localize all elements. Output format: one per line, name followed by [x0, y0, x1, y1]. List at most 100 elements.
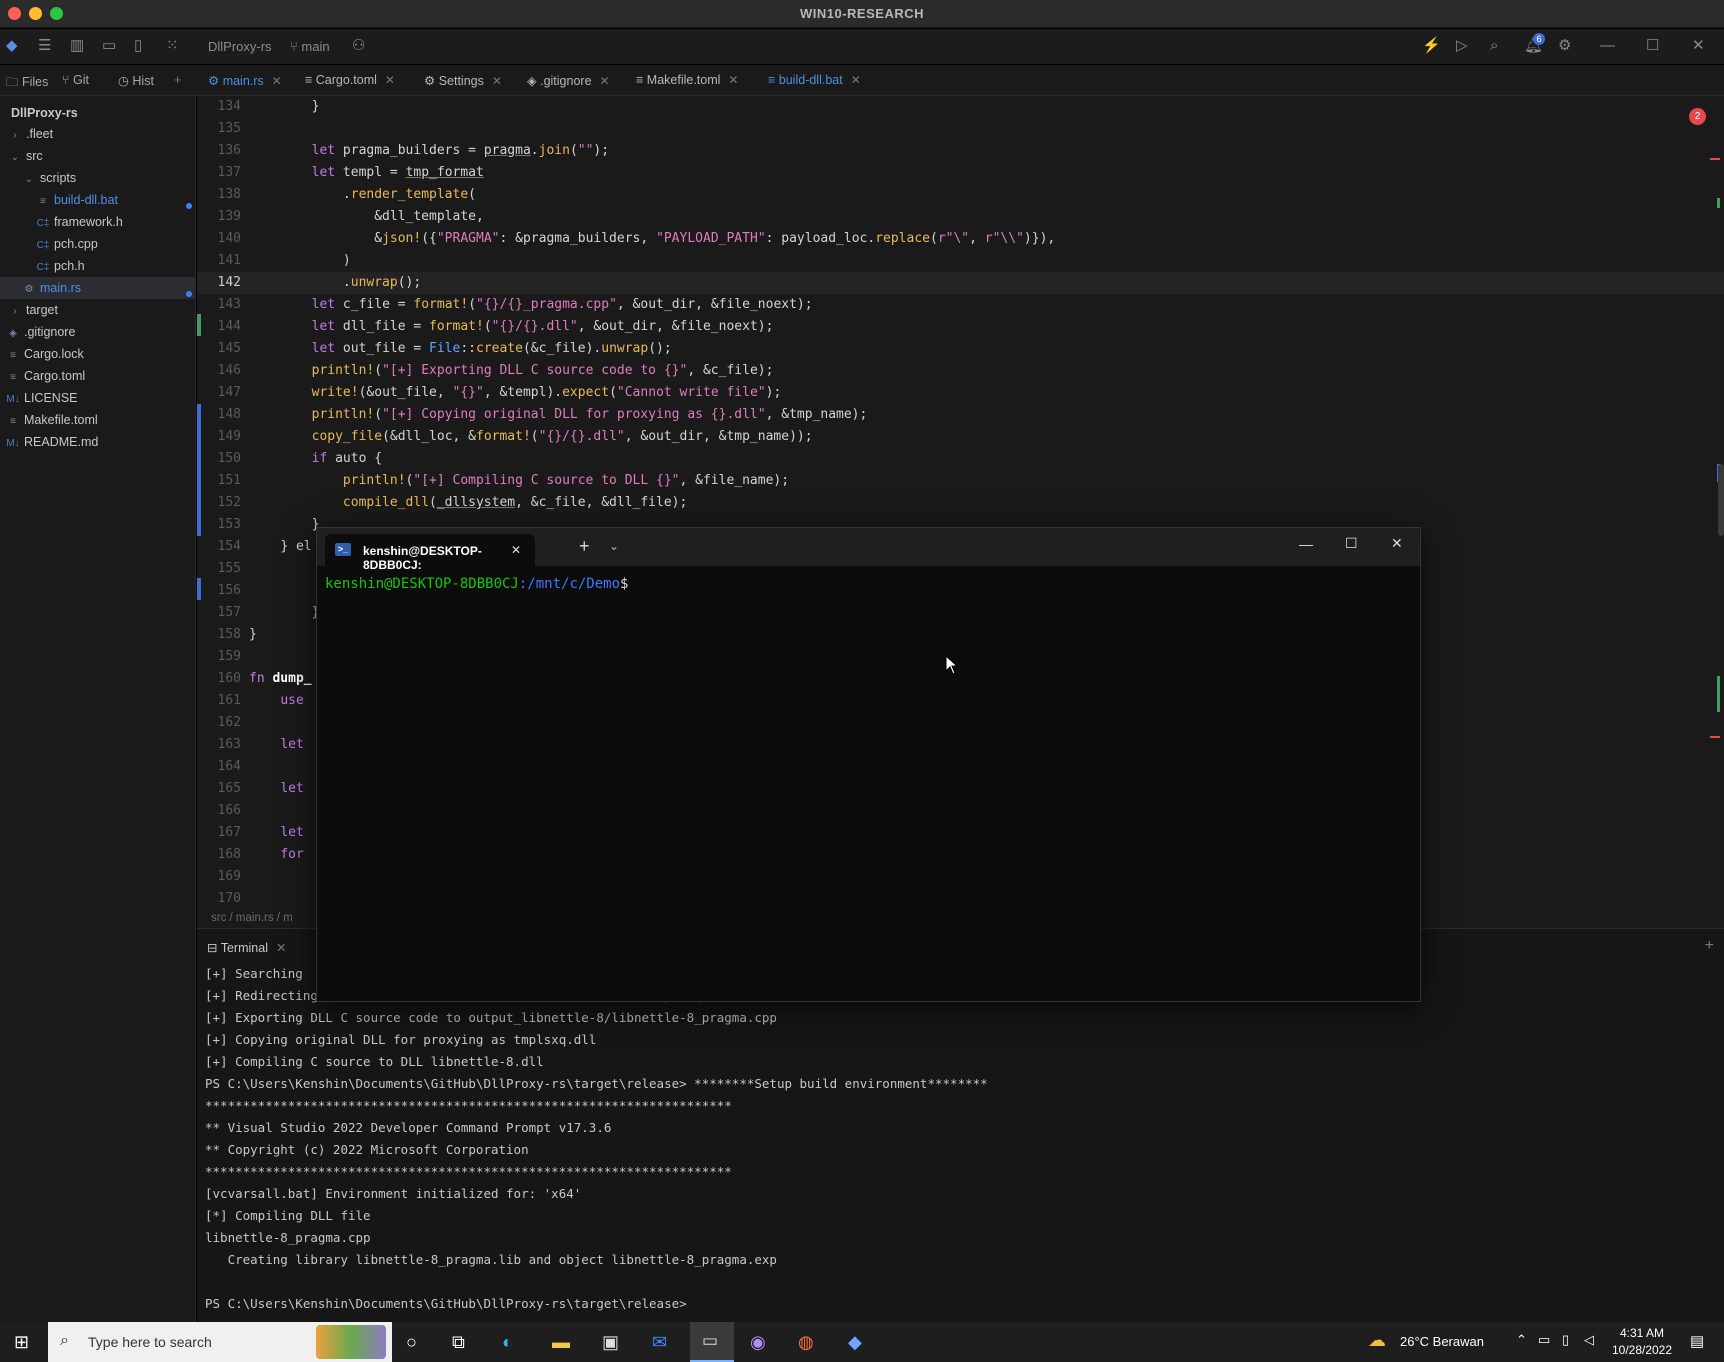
tree-item-cargo-toml[interactable]: ≡ Cargo.toml [6, 366, 85, 386]
scroll-error-marker [1710, 158, 1720, 160]
tree-item-label: target [26, 303, 58, 317]
rust-icon: ⚙ [208, 74, 223, 88]
terminal-taskbar-active[interactable]: ▭ [690, 1322, 734, 1362]
fleet-app-icon[interactable]: ◆ [848, 1331, 862, 1353]
tab-history[interactable]: ◷ Hist [118, 73, 154, 88]
line-number: 156 [217, 583, 241, 598]
task-view-icon[interactable]: ⧉ [452, 1331, 465, 1353]
close-tab-icon[interactable]: ✕ [272, 74, 282, 88]
left-panel-icon[interactable]: ▥ [70, 37, 84, 55]
settings-gear-icon[interactable]: ⚙ [1558, 37, 1571, 55]
window-maximize-icon[interactable]: ☐ [1646, 37, 1659, 55]
close-tab-icon[interactable]: ✕ [511, 543, 521, 557]
window-minimize-icon[interactable]: — [1299, 536, 1313, 552]
tree-item-src[interactable]: ⌄ src [8, 146, 43, 166]
tab-files-label: Files [21, 75, 49, 89]
code-text: copy_file(&dll_loc, &format!("{}/{}.dll"… [311, 429, 813, 444]
right-panel-icon[interactable]: ▯ [134, 37, 142, 55]
editor-scrollbar-thumb[interactable] [1718, 464, 1724, 536]
file-tab-makefile-toml[interactable]: ≡ Makefile.toml ✕ [636, 73, 738, 87]
clock-time[interactable]: 4:31 AM [1612, 1326, 1672, 1340]
cortana-icon[interactable]: ○ [406, 1331, 417, 1353]
terminal-line: ** Visual Studio 2022 Developer Command … [205, 1120, 612, 1135]
action-center-icon[interactable]: ▤ [1690, 1332, 1704, 1350]
tab-terminal-label: Terminal [220, 941, 268, 955]
close-tab-icon[interactable]: ✕ [728, 73, 738, 87]
windows-terminal-window[interactable]: >_ kenshin@DESKTOP-8DBB0CJ: ✕ + ⌄ — ☐ ✕ … [316, 527, 1421, 1002]
network-icon[interactable]: ▭ [1538, 1332, 1550, 1348]
tree-item-build-dll-bat[interactable]: ≡ build-dll.bat [36, 190, 118, 210]
smart-mode-icon[interactable]: ⚡ [1422, 37, 1441, 55]
tree-item-makefile-toml[interactable]: ≡ Makefile.toml [6, 410, 98, 430]
tree-item-pch-cpp[interactable]: C‡ pch.cpp [36, 234, 98, 254]
file-explorer-icon[interactable]: ▬ [552, 1331, 570, 1353]
taskbar-search-box[interactable]: ⌕ Type here to search [48, 1322, 392, 1362]
github-icon[interactable]: ◉ [750, 1331, 766, 1353]
tree-item-readme-md[interactable]: M↓ README.md [6, 432, 98, 452]
mail-icon[interactable]: ✉ [652, 1331, 667, 1353]
branch-selector[interactable]: ⑂ main [290, 39, 330, 54]
weather-text[interactable]: 26°C Berawan [1400, 1334, 1484, 1349]
terminal-tab[interactable]: >_ kenshin@DESKTOP-8DBB0CJ: ✕ [325, 534, 535, 572]
gitignore-icon: ◈ [9, 328, 17, 339]
search-icon[interactable]: ⌕ [1490, 37, 1498, 55]
file-tab-label: Settings [438, 74, 484, 88]
add-user-icon[interactable]: ⚇ [352, 37, 365, 55]
run-icon[interactable]: ▷ [1456, 37, 1468, 55]
add-terminal-icon[interactable]: + [1705, 937, 1714, 955]
tree-item-framework-h[interactable]: C‡ framework.h [36, 212, 123, 232]
tree-root[interactable]: DllProxy-rs [11, 103, 78, 123]
terminal-titlebar[interactable]: >_ kenshin@DESKTOP-8DBB0CJ: ✕ + ⌄ — ☐ ✕ [317, 528, 1420, 572]
tree-item-fleet[interactable]: › .fleet [8, 124, 53, 144]
firefox-icon[interactable]: ◍ [798, 1331, 814, 1353]
file-tab-cargo-toml[interactable]: ≡ Cargo.toml ✕ [305, 73, 395, 87]
fleet-logo-icon[interactable]: ◆ [6, 37, 18, 55]
menu-icon[interactable]: ☰ [38, 37, 51, 55]
tree-item-cargo-lock[interactable]: ≡ Cargo.lock [6, 344, 84, 364]
file-tab-build-dll-bat[interactable]: ≡ build-dll.bat ✕ [768, 73, 861, 87]
chevron-down-icon: ⌄ [24, 174, 34, 185]
file-tab-gitignore[interactable]: ◈ .gitignore ✕ [527, 73, 610, 88]
edge-icon[interactable]: ◐ [502, 1331, 513, 1353]
close-tab-icon[interactable]: ✕ [600, 74, 610, 88]
chevron-down-icon[interactable]: ⌄ [609, 539, 619, 553]
line-number: 168 [217, 847, 241, 862]
tab-terminal[interactable]: ⊟ Terminal ✕ [207, 940, 286, 955]
chevron-right-icon: › [13, 130, 17, 141]
tree-item-gitignore[interactable]: ◈ .gitignore [6, 322, 75, 342]
close-tab-icon[interactable]: ✕ [492, 74, 502, 88]
battery-icon[interactable]: ▯ [1562, 1332, 1569, 1348]
store-icon[interactable]: ▣ [602, 1331, 619, 1353]
tab-history-label: Hist [132, 74, 154, 88]
new-tab-icon[interactable]: + [579, 536, 590, 557]
chevron-up-icon[interactable]: ⌃ [1516, 1332, 1527, 1348]
file-tab-settings[interactable]: ⚙ Settings ✕ [424, 73, 502, 88]
project-name[interactable]: DllProxy-rs [208, 39, 272, 54]
windows-start-icon[interactable]: ⊞ [14, 1331, 29, 1353]
tree-item-license[interactable]: M↓ LICENSE [6, 388, 77, 408]
tree-item-target[interactable]: › target [8, 300, 58, 320]
add-panel-tab-icon[interactable]: + [174, 73, 181, 87]
bottom-panel-icon[interactable]: ▭ [102, 37, 116, 55]
tab-files[interactable]: 🗀︎ Files [6, 73, 48, 94]
file-tab-main-rs[interactable]: ⚙ main.rs ✕ [208, 73, 282, 88]
window-close-icon[interactable]: ✕ [1692, 37, 1705, 55]
close-tab-icon[interactable]: ✕ [385, 73, 395, 87]
terminal-prompt[interactable]: kenshin@DESKTOP-8DBB0CJ:/mnt/c/Demo$ [325, 576, 628, 592]
code-line: 136 let pragma_builders = pragma.join(""… [197, 140, 1724, 162]
window-minimize-icon[interactable]: — [1600, 37, 1615, 55]
close-tab-icon[interactable]: ✕ [276, 941, 286, 955]
file-lines-icon: ≡ [10, 372, 16, 383]
tree-item-pch-h[interactable]: C‡ pch.h [36, 256, 85, 276]
code-line: 140 &json!({"PRAGMA": &pragma_builders, … [197, 228, 1724, 250]
volume-icon[interactable]: ◁ [1584, 1332, 1594, 1348]
close-tab-icon[interactable]: ✕ [851, 73, 861, 87]
tab-git[interactable]: ⑂ Git [62, 73, 89, 87]
code-line: 148 println!("[+] Copying original DLL f… [197, 404, 1724, 426]
window-close-icon[interactable]: ✕ [1391, 535, 1403, 552]
tree-item-main-rs[interactable]: ⚙ main.rs [22, 278, 81, 298]
clock-date[interactable]: 10/28/2022 [1608, 1343, 1676, 1357]
tree-item-scripts[interactable]: ⌄ scripts [22, 168, 76, 188]
apps-grid-icon[interactable]: ⁙ [166, 37, 179, 55]
window-maximize-icon[interactable]: ☐ [1345, 535, 1358, 552]
